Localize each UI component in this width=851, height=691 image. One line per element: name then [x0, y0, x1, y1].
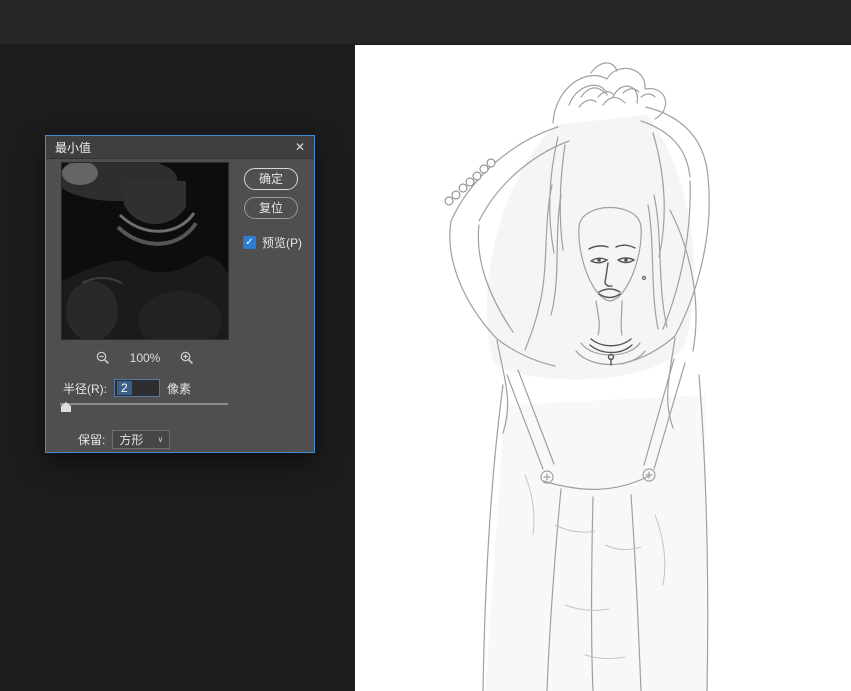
dialog-title: 最小值	[55, 139, 91, 156]
radius-row: 半径(R): 2 像素	[63, 379, 191, 397]
radius-input[interactable]: 2	[114, 379, 160, 397]
zoom-in-button[interactable]	[180, 351, 194, 365]
dialog-title-bar[interactable]: 最小值 ✕	[46, 136, 314, 159]
zoom-level: 100%	[130, 351, 161, 365]
radius-unit-label: 像素	[167, 380, 191, 397]
radius-value-selected: 2	[117, 381, 132, 395]
zoom-out-icon	[96, 351, 110, 365]
preview-checkbox-label: 预览(P)	[262, 234, 302, 251]
minimum-filter-dialog: 最小值 ✕	[45, 135, 315, 453]
preview-zoom-controls: 100%	[61, 350, 229, 366]
photoshop-window: 最小值 ✕	[0, 0, 851, 691]
preserve-label: 保留:	[78, 431, 105, 448]
zoom-out-button[interactable]	[96, 351, 110, 365]
preserve-shape-select[interactable]: 方形 ∨	[112, 430, 170, 449]
document-canvas[interactable]	[355, 45, 851, 691]
preserve-selected-value: 方形	[119, 431, 143, 448]
preview-image	[62, 163, 228, 339]
ok-button[interactable]: 确定	[244, 168, 298, 190]
preview-checkbox[interactable]: ✓	[243, 236, 256, 249]
close-icon[interactable]: ✕	[295, 141, 305, 153]
chevron-down-icon: ∨	[157, 435, 163, 444]
radius-slider-track[interactable]	[60, 403, 228, 405]
radius-label: 半径(R):	[63, 380, 107, 397]
reset-button[interactable]: 复位	[244, 197, 298, 219]
zoom-in-icon	[180, 351, 194, 365]
filter-preview-thumbnail[interactable]	[61, 162, 229, 340]
sketch-image	[355, 45, 851, 691]
preview-checkbox-row[interactable]: ✓ 预览(P)	[243, 234, 302, 251]
application-top-bar	[0, 0, 851, 45]
preserve-row: 保留: 方形 ∨	[78, 430, 170, 449]
